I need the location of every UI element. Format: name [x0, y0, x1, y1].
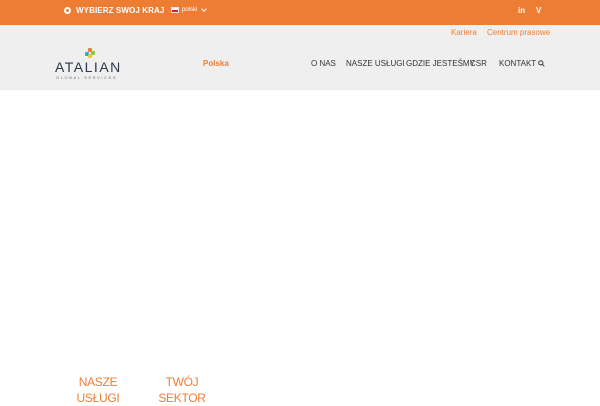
nav-item-locations[interactable]: GDZIE JESTEŚMY: [406, 59, 475, 68]
services-tile-line1: NASZE: [78, 375, 118, 389]
press-center-link[interactable]: Centrum prasowe: [487, 28, 550, 37]
chevron-down-icon: [201, 6, 208, 12]
search-icon[interactable]: [538, 60, 545, 67]
sector-tile-line2: SEKTOR: [158, 391, 206, 405]
globe-icon: [64, 7, 71, 14]
logo-mark-icon: [85, 48, 95, 58]
poland-flag-icon: [171, 7, 179, 13]
country-selector-label: WYBIERZ SWOJ KRAJ: [76, 6, 165, 15]
nav-item-about[interactable]: O NAS: [311, 59, 336, 68]
careers-link[interactable]: Kariera: [451, 28, 477, 37]
logo-name: ATALIAN: [55, 59, 122, 75]
vimeo-icon[interactable]: V: [536, 6, 541, 15]
atalian-logo[interactable]: ATALIAN GLOBAL SERVICES: [55, 48, 125, 83]
site-country-label[interactable]: Polska: [203, 59, 229, 68]
country-selector[interactable]: WYBIERZ SWOJ KRAJ: [64, 6, 164, 15]
top-bar: WYBIERZ SWOJ KRAJ polski in V: [0, 0, 600, 25]
nav-item-services[interactable]: NASZE USŁUGI: [346, 59, 405, 68]
sector-tile[interactable]: TWÓJ SEKTOR: [158, 374, 206, 406]
language-selector[interactable]: polski: [171, 6, 208, 13]
language-label: polski: [182, 7, 198, 13]
utility-links: Kariera Centrum prasowe: [0, 25, 600, 38]
logo-tagline: GLOBAL SERVICES: [56, 75, 118, 80]
nav-item-csr[interactable]: CSR: [470, 59, 487, 68]
services-tile[interactable]: NASZE USŁUGI: [74, 374, 122, 406]
linkedin-icon[interactable]: in: [518, 6, 525, 15]
services-tile-line2: USŁUGI: [76, 391, 120, 405]
nav-item-contact[interactable]: KONTAKT: [499, 59, 536, 68]
sector-tile-line1: TWÓJ: [165, 375, 199, 389]
